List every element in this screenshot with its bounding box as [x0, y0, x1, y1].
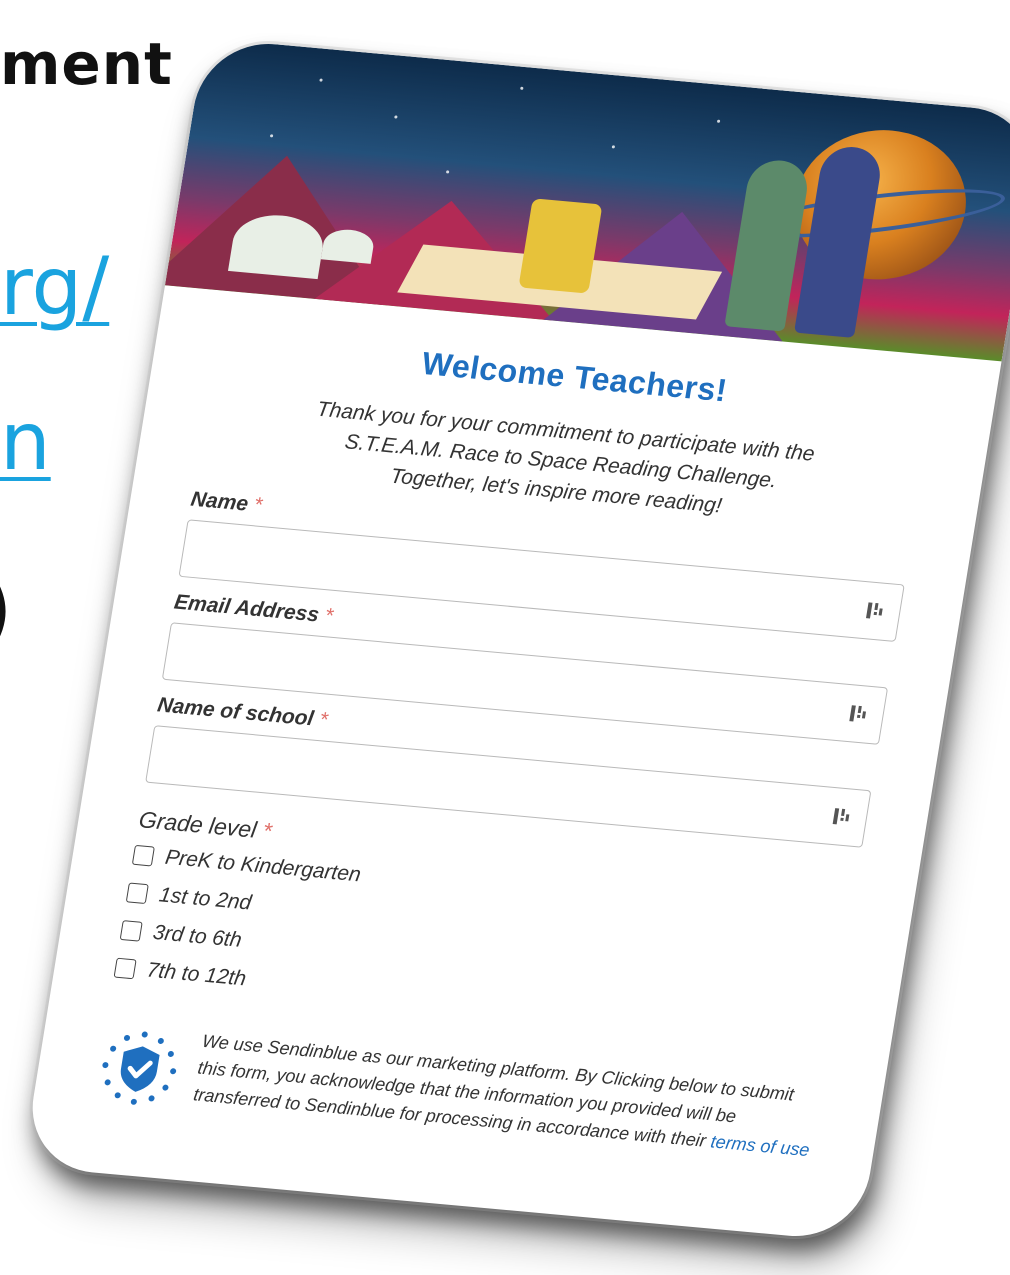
slide-link-line-1[interactable]: rg/: [0, 240, 109, 333]
signup-form-card: Welcome Teachers! Thank you for your com…: [22, 37, 1010, 1243]
required-marker: *: [322, 604, 335, 628]
required-marker: *: [317, 708, 330, 732]
grade-option-label: 1st to 2nd: [157, 883, 253, 915]
slide-link-line-2[interactable]: n: [0, 395, 51, 488]
slide-title-fragment: ment: [0, 30, 173, 98]
checkbox[interactable]: [119, 920, 143, 942]
grade-option-label: PreK to Kindergarten: [163, 845, 363, 887]
consent-text: We use Sendinblue as our marketing platf…: [191, 1028, 823, 1165]
required-marker: *: [251, 493, 264, 517]
password-manager-icon[interactable]: [848, 702, 869, 725]
terms-of-use-link[interactable]: terms of use: [709, 1131, 811, 1160]
gdpr-shield-check-icon: [102, 1031, 177, 1105]
grade-option-label: 3rd to 6th: [151, 920, 244, 952]
grade-option-label: 7th to 12th: [145, 958, 248, 991]
email-label-text: Email Address: [172, 590, 321, 627]
slide-bracket: ): [0, 560, 13, 658]
checkbox[interactable]: [125, 882, 149, 905]
robot-illustration: [518, 198, 603, 294]
school-label-text: Name of school: [155, 693, 316, 731]
consent-notice: We use Sendinblue as our marketing platf…: [93, 1019, 824, 1169]
required-marker: *: [260, 817, 274, 845]
checkbox[interactable]: [113, 957, 137, 980]
password-manager-icon[interactable]: [865, 599, 886, 622]
checkbox[interactable]: [131, 844, 155, 867]
password-manager-icon[interactable]: [831, 805, 852, 828]
name-label-text: Name: [189, 487, 250, 516]
consent-body: We use Sendinblue as our marketing platf…: [192, 1030, 796, 1151]
grade-level-label-text: Grade level: [137, 806, 259, 843]
